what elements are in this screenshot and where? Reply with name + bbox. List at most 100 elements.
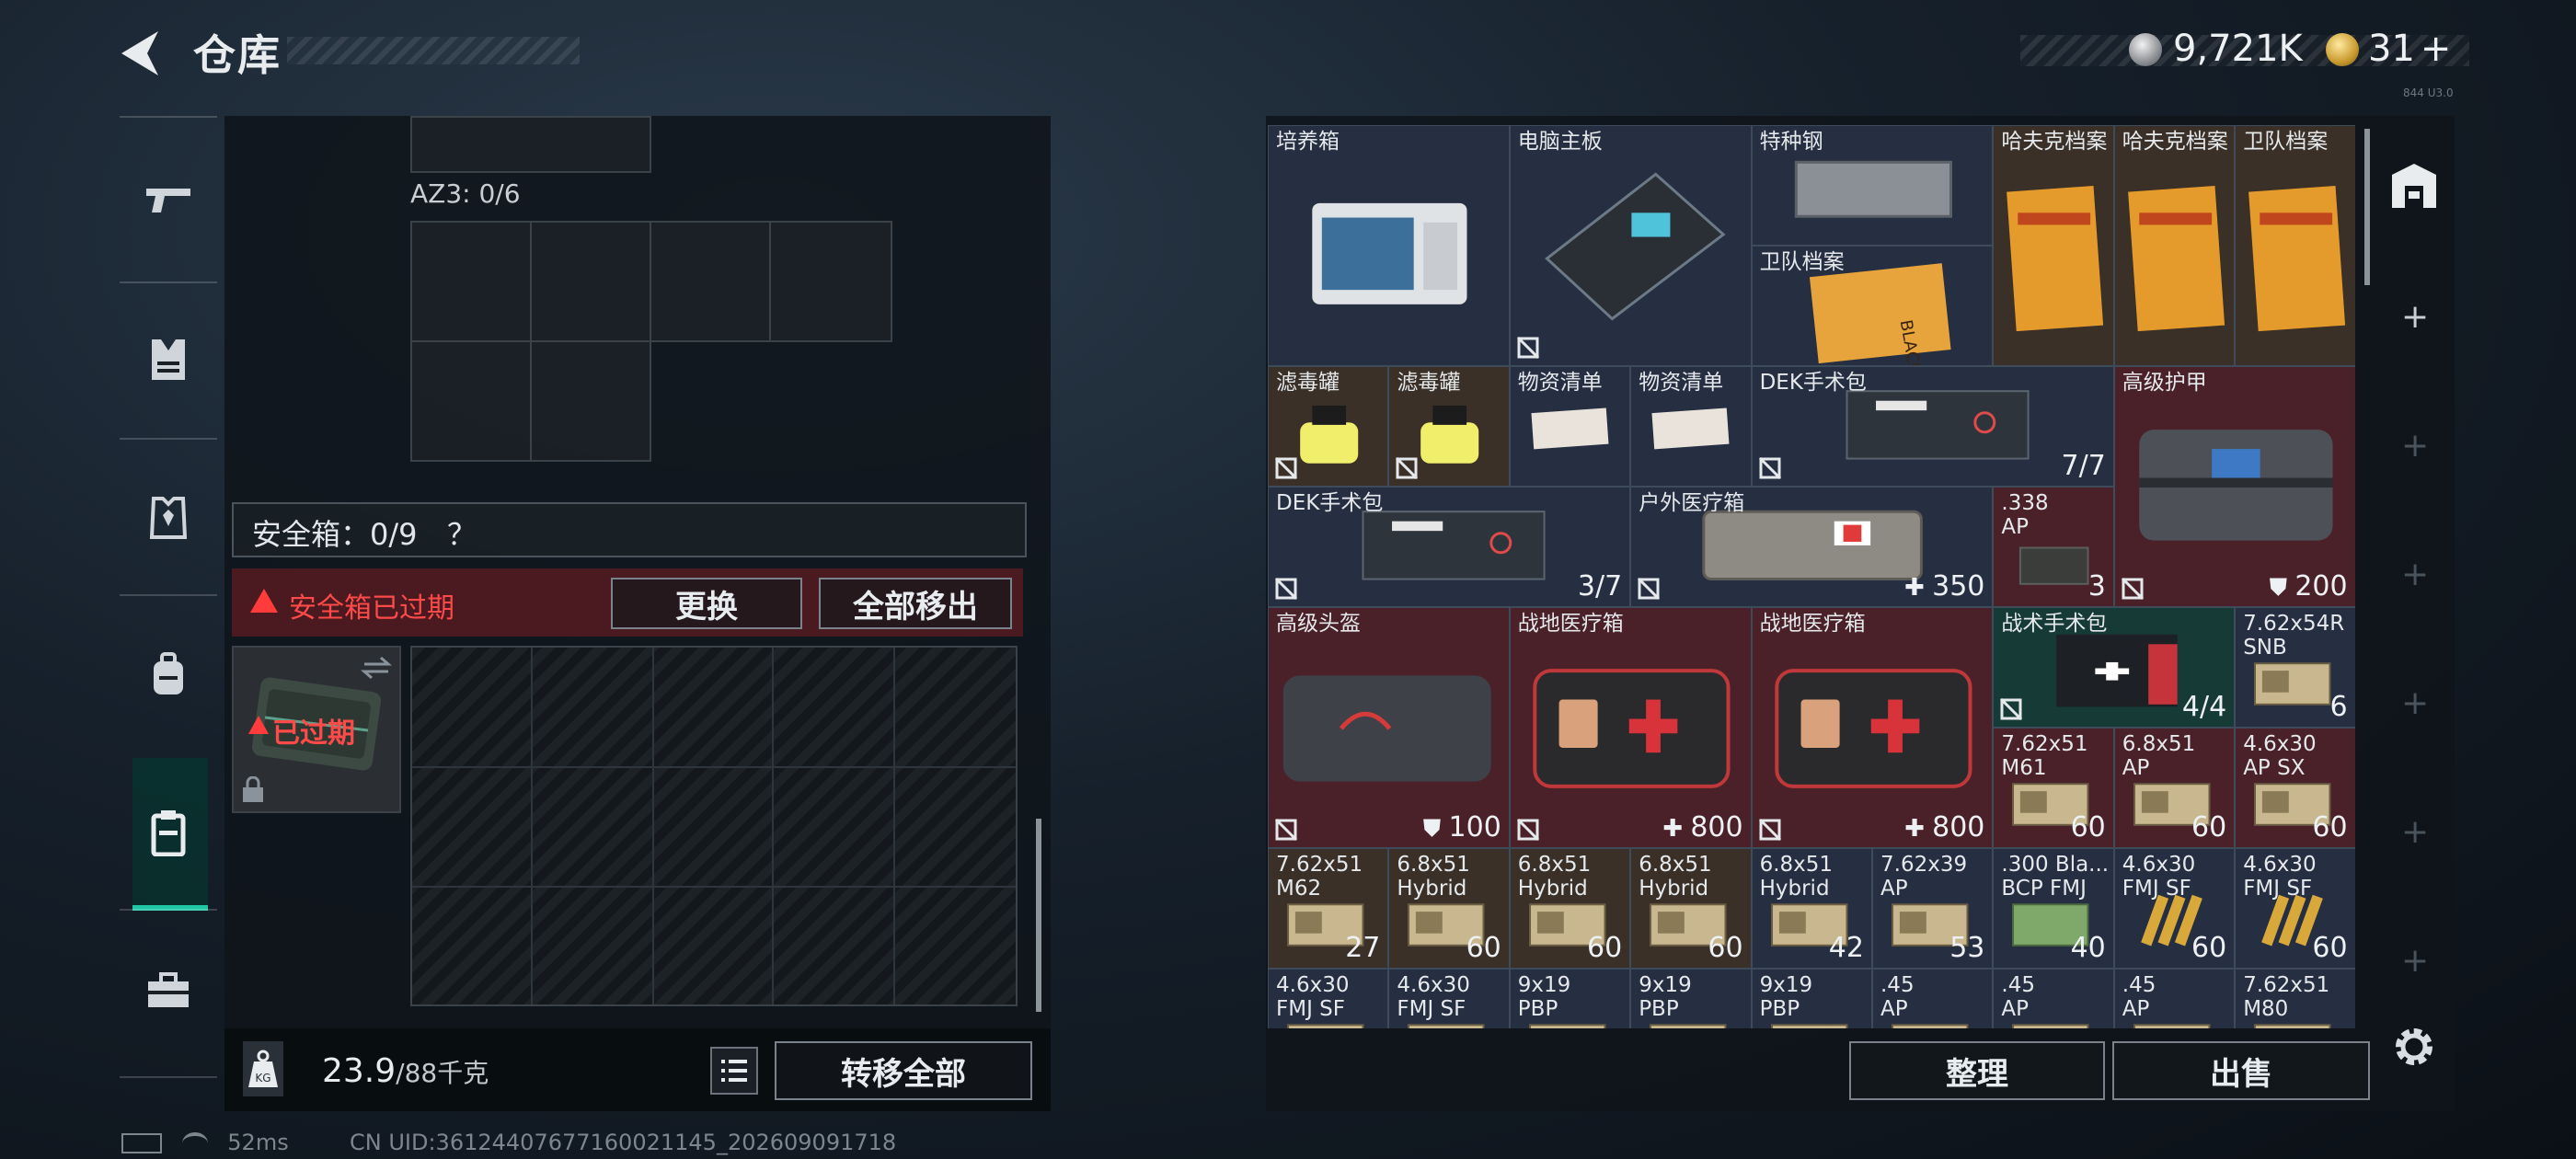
- inventory-item[interactable]: 6.8x51 Hybrid 42: [1751, 848, 1872, 969]
- safe-box-grid[interactable]: [410, 646, 1018, 1006]
- inventory-item[interactable]: 电脑主板: [1509, 125, 1752, 366]
- durability-plus-icon: ✚: [1904, 574, 1933, 602]
- inventory-item[interactable]: 战地医疗箱 ✚ 800: [1751, 607, 1994, 848]
- item-count-value: 200: [2294, 570, 2348, 602]
- sidebar-item-armor[interactable]: [132, 482, 204, 554]
- sell-button[interactable]: 出售: [2112, 1041, 2370, 1100]
- inventory-item[interactable]: 7.62x54R SNB 6: [2235, 607, 2355, 728]
- item-image: [1544, 172, 1726, 321]
- item-name: 6.8x51 Hybrid: [1759, 853, 1834, 901]
- item-name: .45 AP: [2001, 973, 2035, 1021]
- item-count: 60: [2312, 932, 2347, 964]
- warehouse-grid: 培养箱电脑主板特种钢BLACK TIDE卫队档案哈夫克档案哈夫克档案卫队档案滤毒…: [1268, 125, 2355, 1028]
- item-name: 6.8x51 Hybrid: [1517, 853, 1592, 901]
- inventory-item[interactable]: 7.62x39 AP 53: [1872, 848, 1994, 969]
- sidebar-item-weapons[interactable]: [132, 166, 204, 237]
- grid-slot[interactable]: [410, 340, 532, 462]
- item-name: 培养箱: [1276, 130, 1340, 154]
- inventory-item[interactable]: 6.8x51 Hybrid 60: [1630, 848, 1752, 969]
- item-count: 60: [2191, 932, 2226, 964]
- inventory-item[interactable]: 6.8x51 AP 60: [2113, 728, 2236, 848]
- sidebar-item-toolbox[interactable]: [132, 955, 204, 1027]
- add-tab-button[interactable]: +: [2401, 687, 2429, 720]
- add-tab-button[interactable]: +: [2401, 430, 2429, 463]
- inventory-item[interactable]: 4.6x30 FMJ SF 60: [2113, 848, 2236, 969]
- add-tab-button[interactable]: +: [2401, 558, 2429, 591]
- item-name: 高级护甲: [2122, 371, 2207, 395]
- sidebar-item-safe-case[interactable]: [132, 797, 204, 868]
- inventory-item[interactable]: DEK手术包 7/7: [1751, 366, 2114, 487]
- item-count-value: 27: [1345, 932, 1381, 964]
- item-name: 电脑主板: [1517, 130, 1603, 154]
- list-view-button[interactable]: [710, 1047, 758, 1095]
- item-count-value: 60: [2191, 932, 2227, 964]
- grid-slot[interactable]: [410, 221, 532, 342]
- help-icon[interactable]: ？: [447, 511, 477, 554]
- sidebar-item-backpack[interactable]: [132, 638, 204, 710]
- inventory-item[interactable]: DEK手术包 3/7: [1268, 487, 1631, 607]
- inventory-item[interactable]: .45 AP: [2113, 969, 2236, 1028]
- inventory-item[interactable]: BLACK TIDE卫队档案: [1751, 246, 1994, 366]
- grid-slot[interactable]: [769, 221, 892, 342]
- add-tab-button[interactable]: +: [2401, 945, 2429, 978]
- container-slot[interactable]: [410, 116, 651, 173]
- add-tab-button[interactable]: +: [2401, 301, 2429, 334]
- inventory-item[interactable]: .338 AP 3: [1993, 487, 2114, 607]
- inventory-item[interactable]: 特种钢: [1751, 125, 1994, 246]
- inventory-item[interactable]: 哈夫克档案: [1993, 125, 2114, 366]
- add-tab-button[interactable]: +: [2401, 816, 2429, 849]
- wifi-icon: [181, 1132, 208, 1154]
- inventory-item[interactable]: 滤毒罐: [1268, 366, 1389, 487]
- scrollbar[interactable]: [2364, 129, 2370, 285]
- inventory-item[interactable]: 培养箱: [1268, 125, 1510, 366]
- inventory-item[interactable]: 物资清单: [1509, 366, 1631, 487]
- inventory-item[interactable]: 滤毒罐: [1388, 366, 1510, 487]
- inventory-item[interactable]: 9x19 PBP: [1751, 969, 1872, 1028]
- item-name: 6.8x51 Hybrid: [1639, 853, 1712, 901]
- inventory-item[interactable]: 7.62x51 M61 60: [1993, 728, 2114, 848]
- back-button[interactable]: [118, 28, 164, 79]
- inventory-item[interactable]: 4.6x30 AP SX 60: [2235, 728, 2355, 848]
- inventory-item[interactable]: 6.8x51 Hybrid 60: [1509, 848, 1631, 969]
- grid-slot[interactable]: [530, 340, 651, 462]
- inventory-item[interactable]: 7.62x51 M80: [2235, 969, 2355, 1028]
- inventory-item[interactable]: 7.62x51 M62 27: [1268, 848, 1389, 969]
- inventory-item[interactable]: .45 AP: [1993, 969, 2114, 1028]
- move-all-out-button[interactable]: 全部移出: [819, 578, 1012, 629]
- item-count-value: 350: [1932, 570, 1985, 602]
- inventory-item[interactable]: 4.6x30 FMJ SF: [1388, 969, 1510, 1028]
- no-trade-icon: [1274, 456, 1298, 480]
- transfer-all-button[interactable]: 转移全部: [775, 1041, 1032, 1100]
- inventory-item[interactable]: 高级头盔 ⛊ 100: [1268, 607, 1510, 848]
- inventory-item[interactable]: 物资清单: [1630, 366, 1752, 487]
- inventory-item[interactable]: 9x19 PBP: [1509, 969, 1631, 1028]
- inventory-item[interactable]: 9x19 PBP: [1630, 969, 1752, 1028]
- inventory-item[interactable]: 户外医疗箱 ✚ 350: [1630, 487, 1994, 607]
- sidebar-item-chest-rig[interactable]: [132, 324, 204, 396]
- add-gold-button[interactable]: +: [2421, 28, 2452, 70]
- inventory-item[interactable]: 战地医疗箱 ✚ 800: [1509, 607, 1752, 848]
- sort-button[interactable]: 整理: [1849, 1041, 2105, 1100]
- grid-slot[interactable]: [650, 221, 771, 342]
- inventory-item[interactable]: 战术手术包 4/4: [1993, 607, 2236, 728]
- armor-icon: [149, 497, 188, 539]
- settings-button[interactable]: [2388, 1021, 2440, 1073]
- inventory-item[interactable]: 4.6x30 FMJ SF: [1268, 969, 1389, 1028]
- grid-slot[interactable]: [530, 221, 651, 342]
- sidebar-divider: [120, 116, 217, 118]
- inventory-item[interactable]: .45 AP: [1872, 969, 1994, 1028]
- inventory-item[interactable]: 6.8x51 Hybrid 60: [1388, 848, 1510, 969]
- inventory-item[interactable]: 哈夫克档案: [2113, 125, 2236, 366]
- item-name: .45 AP: [1880, 973, 1915, 1021]
- scrollbar[interactable]: [1036, 819, 1041, 1012]
- inventory-item[interactable]: 高级护甲 ⛊ 200: [2113, 366, 2355, 607]
- gold-amount: 31: [2368, 28, 2415, 70]
- inventory-item[interactable]: 4.6x30 FMJ SF 60: [2235, 848, 2355, 969]
- gold-balance[interactable]: 31 +: [2368, 28, 2451, 70]
- warehouse-tab-main[interactable]: [2386, 158, 2442, 213]
- swap-button[interactable]: 更换: [611, 578, 802, 629]
- inventory-item[interactable]: 卫队档案: [2235, 125, 2355, 366]
- no-trade-icon: [1516, 336, 1539, 360]
- item-name: 滤毒罐: [1276, 371, 1340, 395]
- inventory-item[interactable]: .300 Bla... BCP FMJ 40: [1993, 848, 2114, 969]
